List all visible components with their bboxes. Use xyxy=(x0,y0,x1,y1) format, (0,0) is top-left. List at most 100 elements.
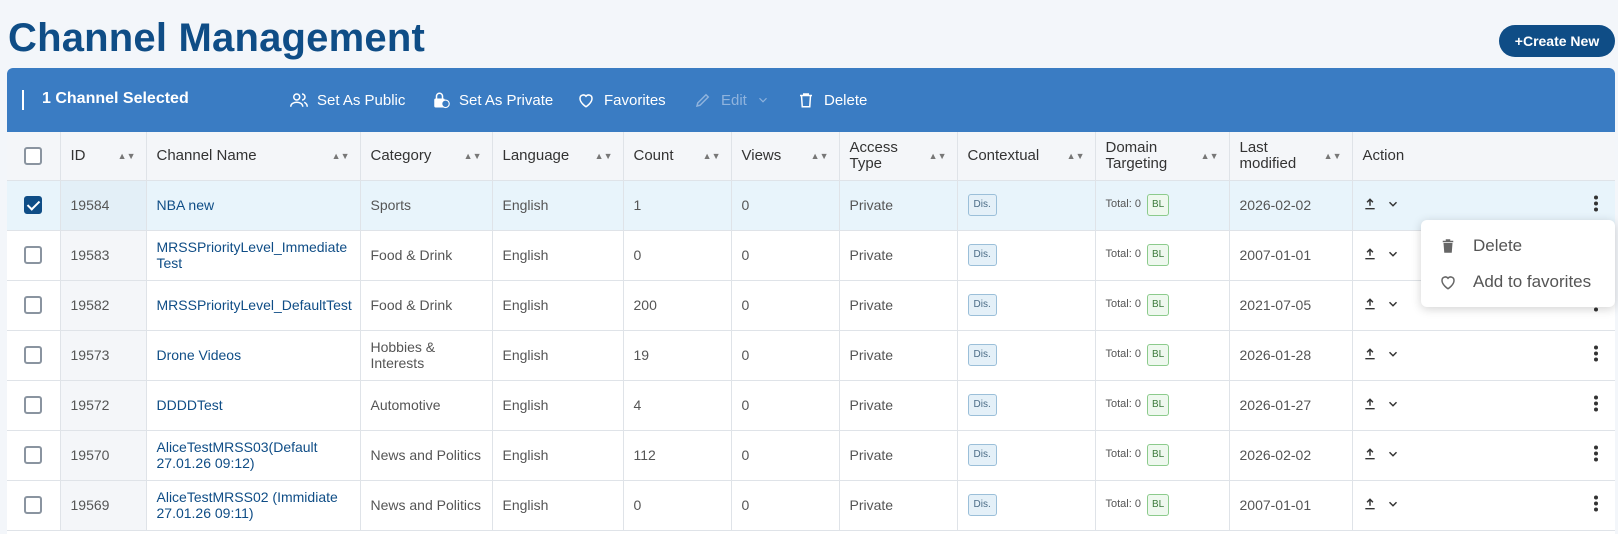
domain-total: Total: 0 xyxy=(1105,498,1141,510)
menu-delete-label: Delete xyxy=(1473,236,1523,255)
more-vertical-icon[interactable] xyxy=(1593,445,1599,466)
cell-category: Food & Drink xyxy=(360,230,493,281)
select-all-checkbox[interactable] xyxy=(24,146,42,165)
row-select-cell xyxy=(7,430,61,481)
lock-icon xyxy=(434,92,450,109)
upload-icon[interactable] xyxy=(1363,347,1377,364)
cell-channel-name[interactable]: AliceTestMRSS02 (Immidiate 27.01.26 09:1… xyxy=(146,480,361,531)
cell-channel-name[interactable]: AliceTestMRSS03(Default 27.01.26 09:12) xyxy=(146,430,361,481)
cell-language: English xyxy=(492,280,624,331)
cell-last-modified: 2026-01-27 xyxy=(1229,380,1353,431)
domain-total: Total: 0 xyxy=(1105,198,1141,210)
column-header[interactable]: Count ▲▼ xyxy=(623,132,732,181)
row-checkbox[interactable] xyxy=(24,346,42,365)
table-row[interactable]: 19573 Drone Videos Hobbies & Interests E… xyxy=(7,330,1615,381)
more-vertical-icon[interactable] xyxy=(1593,495,1599,516)
cell-language: English xyxy=(492,480,624,531)
chevron-down-icon[interactable] xyxy=(1380,247,1400,264)
cell-count: 0 xyxy=(623,480,732,531)
cell-action xyxy=(1352,380,1615,431)
table-row[interactable]: 19570 AliceTestMRSS03(Default 27.01.26 0… xyxy=(7,430,1615,481)
table-row[interactable]: 19582 MRSSPriorityLevel_DefaultTest Food… xyxy=(7,280,1615,331)
cell-access-type: Private xyxy=(839,280,958,331)
upload-icon[interactable] xyxy=(1363,497,1377,514)
row-checkbox[interactable] xyxy=(24,446,42,465)
more-vertical-icon[interactable] xyxy=(1593,395,1599,416)
cell-language: English xyxy=(492,330,624,381)
column-header[interactable]: Views ▲▼ xyxy=(731,132,840,181)
cell-contextual: Dis. xyxy=(957,280,1096,331)
row-select-cell xyxy=(7,480,61,531)
page-title: Channel Management xyxy=(8,16,425,60)
cell-channel-name[interactable]: DDDDTest xyxy=(146,380,361,431)
domain-total: Total: 0 xyxy=(1105,348,1141,360)
column-header[interactable]: Domain Targeting ▲▼ xyxy=(1095,132,1230,181)
column-header[interactable]: Last modified ▲▼ xyxy=(1229,132,1353,181)
cell-domain-targeting: Total: 0 BL xyxy=(1095,430,1230,481)
cell-action xyxy=(1352,480,1615,531)
cell-last-modified: 2007-01-01 xyxy=(1229,480,1353,531)
column-header[interactable]: Contextual ▲▼ xyxy=(957,132,1096,181)
set-private-label: Set As Private xyxy=(459,91,554,109)
chevron-down-icon[interactable] xyxy=(1380,197,1400,214)
row-checkbox[interactable] xyxy=(24,246,42,265)
favorites-button[interactable]: Favorites xyxy=(577,88,666,112)
column-header[interactable]: Channel Name ▲▼ xyxy=(146,132,361,181)
chevron-down-icon[interactable] xyxy=(1380,497,1400,514)
contextual-badge: Dis. xyxy=(967,244,997,266)
more-vertical-icon[interactable] xyxy=(1593,195,1599,216)
chevron-down-icon[interactable] xyxy=(1380,447,1400,464)
cell-last-modified: 2026-02-02 xyxy=(1229,180,1353,231)
row-checkbox[interactable] xyxy=(24,396,42,415)
column-header[interactable]: Language ▲▼ xyxy=(492,132,624,181)
cell-channel-name[interactable]: NBA new xyxy=(146,180,361,231)
cell-id: 19583 xyxy=(60,230,147,281)
chevron-down-icon[interactable] xyxy=(1380,397,1400,414)
upload-icon[interactable] xyxy=(1363,447,1377,464)
chevron-down-icon[interactable] xyxy=(1380,347,1400,364)
delete-button[interactable]: Delete xyxy=(797,88,867,112)
menu-delete[interactable]: Delete xyxy=(1439,234,1522,258)
cell-category: Sports xyxy=(360,180,493,231)
cell-channel-name[interactable]: Drone Videos xyxy=(146,330,361,381)
cell-id: 19582 xyxy=(60,280,147,331)
upload-icon[interactable] xyxy=(1363,297,1377,314)
cell-views: 0 xyxy=(731,480,840,531)
column-header[interactable]: Category ▲▼ xyxy=(360,132,493,181)
column-header[interactable]: ID ▲▼ xyxy=(60,132,147,181)
cell-count: 1 xyxy=(623,180,732,231)
more-vertical-icon[interactable] xyxy=(1593,345,1599,366)
menu-add-favorites[interactable]: Add to favorites xyxy=(1439,270,1591,294)
contextual-badge: Dis. xyxy=(967,444,997,466)
cell-channel-name[interactable]: MRSSPriorityLevel_Immediate Test xyxy=(146,230,361,281)
cell-language: English xyxy=(492,230,624,281)
row-select-cell xyxy=(7,330,61,381)
column-header[interactable]: Access Type ▲▼ xyxy=(839,132,958,181)
set-public-button[interactable]: Set As Public xyxy=(290,88,405,112)
cell-access-type: Private xyxy=(839,430,958,481)
upload-icon[interactable] xyxy=(1363,397,1377,414)
row-checkbox[interactable] xyxy=(24,496,42,515)
set-private-button[interactable]: Set As Private xyxy=(432,88,553,112)
contextual-badge: Dis. xyxy=(967,494,997,516)
cell-last-modified: 2026-02-02 xyxy=(1229,430,1353,481)
cell-views: 0 xyxy=(731,330,840,381)
table-row[interactable]: 19583 MRSSPriorityLevel_Immediate Test F… xyxy=(7,230,1615,281)
sort-icon: ▲▼ xyxy=(702,150,721,161)
create-new-button[interactable]: +Create New xyxy=(1499,25,1615,57)
edit-button[interactable]: Edit xyxy=(694,88,770,112)
bulk-action-bar: 1 Channel Selected Set As Public Set As … xyxy=(7,68,1615,132)
row-checkbox[interactable] xyxy=(24,296,42,315)
chevron-down-icon[interactable] xyxy=(1380,297,1400,314)
table-row[interactable]: 19584 NBA new Sports English 1 0 Private… xyxy=(7,180,1615,231)
cell-channel-name[interactable]: MRSSPriorityLevel_DefaultTest xyxy=(146,280,361,331)
blocklist-badge: BL xyxy=(1146,244,1170,266)
table-row[interactable]: 19569 AliceTestMRSS02 (Immidiate 27.01.2… xyxy=(7,480,1615,531)
upload-icon[interactable] xyxy=(1363,197,1377,214)
cell-access-type: Private xyxy=(839,380,958,431)
cell-contextual: Dis. xyxy=(957,430,1096,481)
upload-icon[interactable] xyxy=(1363,247,1377,264)
row-checkbox[interactable] xyxy=(24,196,42,215)
cell-views: 0 xyxy=(731,180,840,231)
table-row[interactable]: 19572 DDDDTest Automotive English 4 0 Pr… xyxy=(7,380,1615,431)
